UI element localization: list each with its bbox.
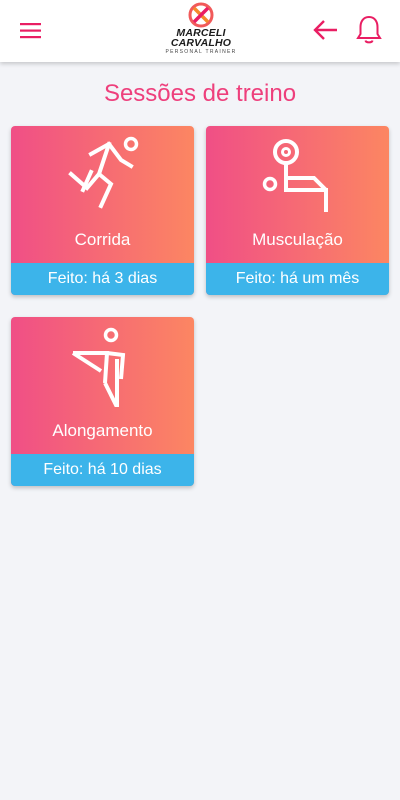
menu-icon[interactable] xyxy=(18,18,44,44)
session-status: Feito: há um mês xyxy=(206,263,389,295)
session-status: Feito: há 10 dias xyxy=(11,454,194,486)
session-label: Corrida xyxy=(74,230,131,249)
session-card-corrida[interactable]: Corrida Feito: há 3 dias xyxy=(11,126,194,295)
brand-logo: MARCELI CARVALHO PERSONAL TRAINER xyxy=(160,0,242,62)
weightlifting-icon xyxy=(262,139,328,212)
top-app-bar: MARCELI CARVALHO PERSONAL TRAINER xyxy=(0,0,400,62)
session-card-alongamento[interactable]: Alongamento Feito: há 10 dias xyxy=(11,317,194,486)
logo-name-line2: CARVALHO xyxy=(170,37,232,49)
logo-mark-icon xyxy=(188,2,214,28)
session-label: Alongamento xyxy=(52,421,153,440)
page-title: Sessões de treino xyxy=(103,80,297,107)
session-status: Feito: há 3 dias xyxy=(11,263,194,295)
stretching-icon xyxy=(71,327,126,407)
session-card-musculacao[interactable]: Musculação Feito: há um mês xyxy=(206,126,389,295)
logo-tagline: PERSONAL TRAINER xyxy=(165,49,237,55)
notification-bell-icon[interactable] xyxy=(355,14,383,46)
back-arrow-icon[interactable] xyxy=(312,16,340,44)
session-label: Musculação xyxy=(252,230,343,249)
running-icon xyxy=(68,136,139,209)
